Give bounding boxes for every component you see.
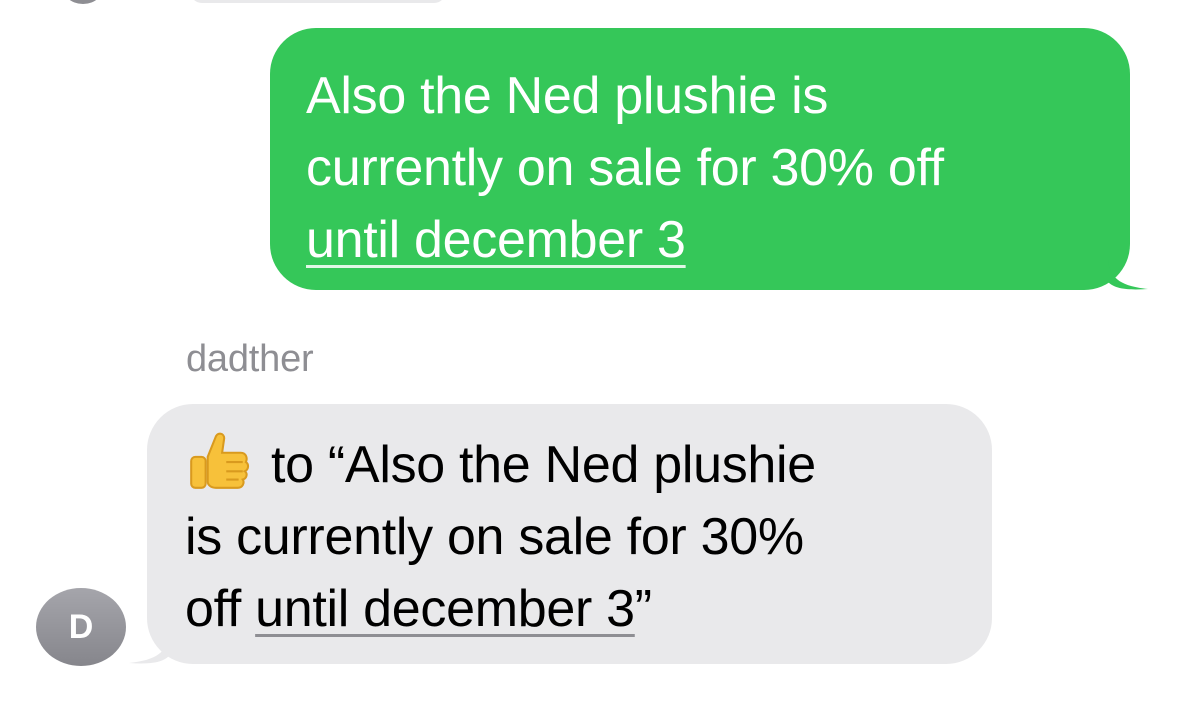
sent-bubble-tail <box>1108 260 1148 290</box>
received-message-bubble[interactable]: to “Also the Ned plushie is currently on… <box>129 404 992 664</box>
avatar[interactable]: D <box>36 588 126 666</box>
received-message-line-2: is currently on sale for 30% <box>185 508 804 566</box>
sent-message-line-3: until december 3 <box>306 204 1100 276</box>
sent-message-line-2: currently on sale for 30% off <box>306 139 944 197</box>
sent-message-line-1: Also the Ned plushie is <box>306 67 829 125</box>
thumbs-up-icon <box>190 432 250 489</box>
sender-name: dadther <box>186 338 314 380</box>
sent-message-bubble[interactable]: Also the Ned plushie is currently on sal… <box>270 28 1148 290</box>
received-message-line-3: off until december 3” <box>185 573 962 645</box>
date-link[interactable]: until december 3 <box>306 211 686 269</box>
date-link-received[interactable]: until december 3 <box>255 580 635 638</box>
previous-message-bubble[interactable] <box>190 0 446 3</box>
avatar-initial: D <box>68 607 94 646</box>
line-3-start: off <box>185 580 256 638</box>
received-bubble-tail <box>129 634 169 664</box>
closing-quote: ” <box>634 580 652 638</box>
sent-message-row: Also the Ned plushie is currently on sal… <box>270 28 1148 290</box>
previous-avatar <box>60 0 106 4</box>
received-message-row: to “Also the Ned plushie is currently on… <box>129 404 992 664</box>
received-message-line-1: to “Also the Ned plushie <box>185 428 962 501</box>
reaction-prefix: to “Also the Ned plushie <box>271 436 816 494</box>
